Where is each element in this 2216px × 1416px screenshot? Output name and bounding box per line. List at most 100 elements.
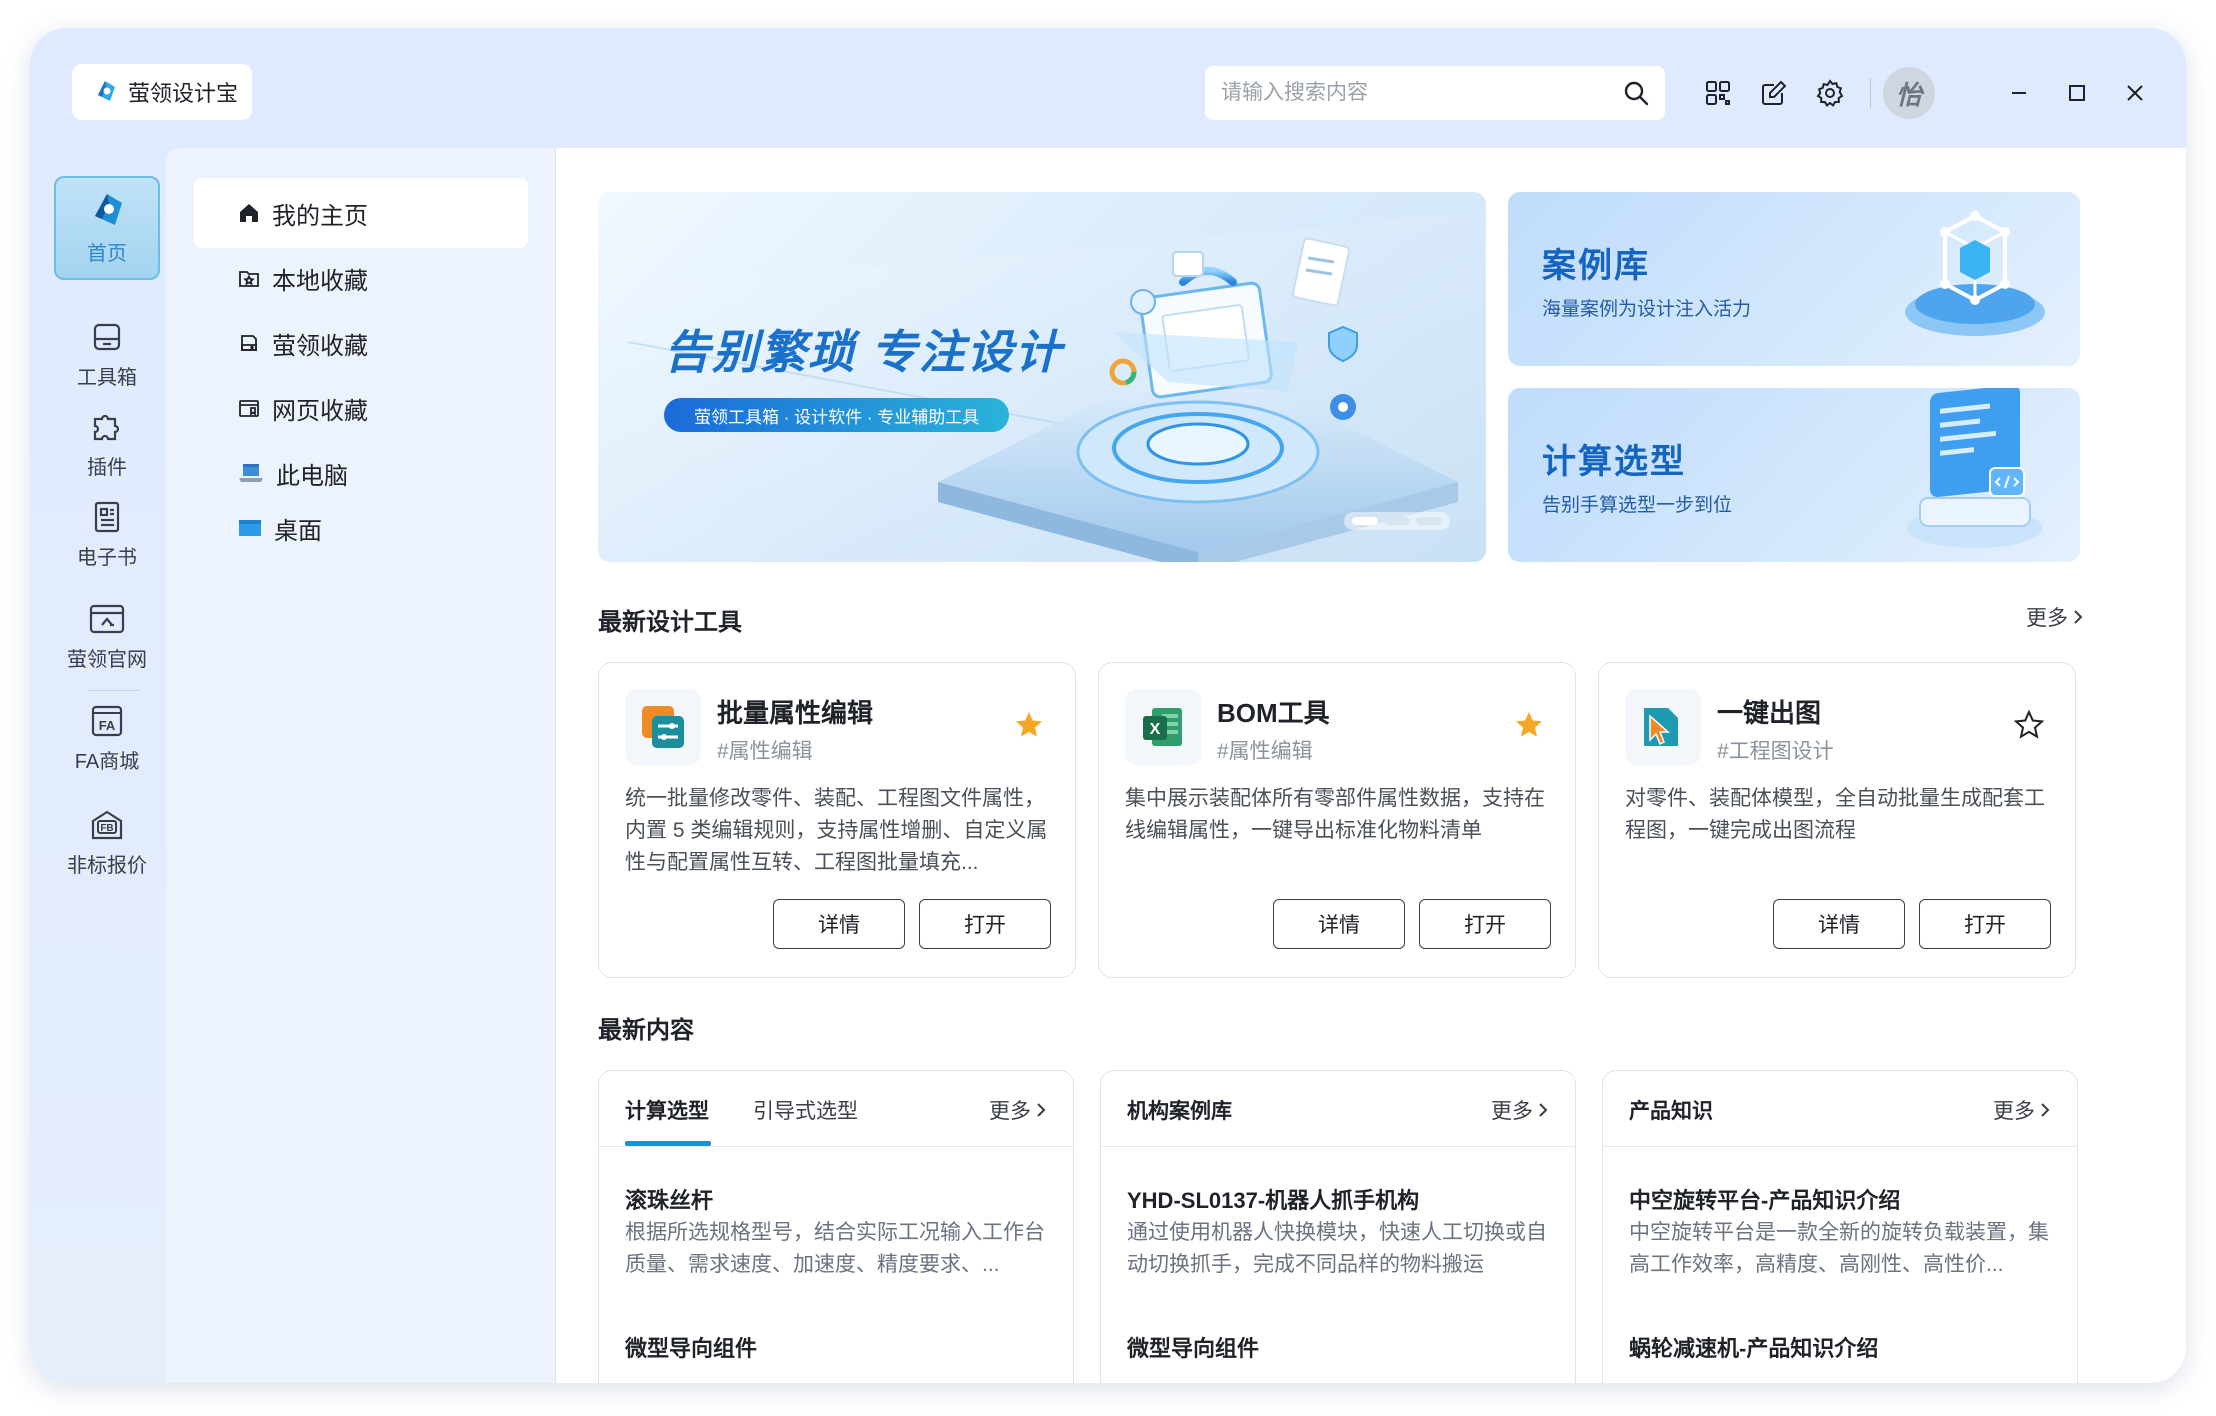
content-item-title[interactable]: 中空旋转平台-产品知识介绍 bbox=[1629, 1183, 1900, 1215]
sidebar: 我的主页 本地收藏 萤领收藏 网页收藏 此电脑 桌面 bbox=[166, 148, 556, 1383]
rail-label: 工具箱 bbox=[77, 366, 137, 389]
card-more-link[interactable]: 更多 bbox=[989, 1095, 1047, 1125]
chevron-right-icon bbox=[2074, 610, 2083, 624]
promo-calc-selection[interactable]: 计算选型 告别手算选型一步到位 bbox=[1508, 388, 2080, 562]
rail-item-home[interactable]: 首页 bbox=[54, 176, 160, 280]
star-filled-icon[interactable] bbox=[1013, 709, 1045, 741]
sidebar-item-label: 萤领收藏 bbox=[272, 332, 368, 360]
star-filled-icon[interactable] bbox=[1513, 709, 1545, 741]
tab-guided-selection[interactable]: 引导式选型 bbox=[753, 1095, 858, 1125]
sidebar-item-yingling-favorites[interactable]: 萤领收藏 bbox=[194, 308, 528, 378]
promo-title: 案例库 bbox=[1542, 247, 1650, 285]
carousel-dot[interactable] bbox=[1352, 517, 1378, 525]
content-item-title[interactable]: 微型导向组件 bbox=[625, 1331, 757, 1363]
tab-calc-selection[interactable]: 计算选型 bbox=[625, 1095, 709, 1125]
search-box bbox=[1205, 66, 1665, 120]
search-icon[interactable] bbox=[1623, 80, 1649, 106]
rail-item-plugins[interactable]: 插件 bbox=[54, 392, 160, 496]
content-item-title[interactable]: 滚珠丝杆 bbox=[625, 1183, 713, 1215]
rail-label: 电子书 bbox=[77, 546, 137, 569]
content-item-title[interactable]: YHD-SL0137-机器人抓手机构 bbox=[1127, 1183, 1419, 1215]
app-window: 萤领设计宝 怡 bbox=[30, 28, 2186, 1383]
section-title-tools: 最新设计工具 bbox=[598, 609, 742, 636]
computer-icon bbox=[239, 464, 263, 482]
maximize-icon[interactable] bbox=[2048, 66, 2106, 120]
tool-description: 集中展示装配体所有零部件属性数据，支持在线编辑属性，一键导出标准化物料清单 bbox=[1125, 787, 1545, 842]
rail-item-ebook[interactable]: 电子书 bbox=[54, 482, 160, 586]
open-button[interactable]: 打开 bbox=[919, 899, 1051, 949]
chevron-right-icon bbox=[2041, 1103, 2050, 1117]
window-controls bbox=[1990, 66, 2164, 120]
batch-edit-icon bbox=[625, 689, 701, 765]
sidebar-item-label: 本地收藏 bbox=[272, 267, 368, 295]
content-card: 产品知识 更多 中空旋转平台-产品知识介绍 中空旋转平台是一款全新的旋转负载装置… bbox=[1602, 1070, 2078, 1383]
titlebar-tools: 怡 bbox=[1690, 66, 1935, 120]
home-app-icon bbox=[95, 193, 122, 225]
card-more-link[interactable]: 更多 bbox=[1993, 1095, 2051, 1125]
carousel-indicator bbox=[1344, 512, 1450, 530]
minimize-icon[interactable] bbox=[1990, 66, 2048, 120]
rail-item-quote[interactable]: FB 非标报价 bbox=[54, 790, 160, 894]
sidebar-item-web-favorites[interactable]: 网页收藏 bbox=[194, 373, 528, 443]
avatar[interactable]: 怡 bbox=[1883, 67, 1935, 119]
website-icon bbox=[89, 604, 125, 633]
details-button[interactable]: 详情 bbox=[773, 899, 905, 949]
qr-code-icon[interactable] bbox=[1690, 66, 1746, 120]
close-icon[interactable] bbox=[2106, 66, 2164, 120]
rail-item-fa-mall[interactable]: FA FA商城 bbox=[54, 686, 160, 790]
fb-quote-icon: FB bbox=[91, 810, 123, 839]
fa-mall-icon: FA bbox=[91, 705, 123, 736]
hero-title: 告别繁琐 专注设计 bbox=[664, 326, 1063, 378]
details-button[interactable]: 详情 bbox=[1773, 899, 1905, 949]
rail-label: 萤领官网 bbox=[67, 648, 147, 671]
sidebar-item-desktop[interactable]: 桌面 bbox=[194, 493, 528, 563]
tab-mechanism-cases[interactable]: 机构案例库 bbox=[1127, 1095, 1232, 1125]
edit-icon[interactable] bbox=[1746, 66, 1802, 120]
open-button[interactable]: 打开 bbox=[1419, 899, 1551, 949]
hero-banner[interactable]: 告别繁琐 专注设计 萤领工具箱 · 设计软件 · 专业辅助工具 bbox=[598, 192, 1486, 562]
more-label: 更多 bbox=[2026, 607, 2068, 630]
rail-item-website[interactable]: 萤领官网 bbox=[54, 584, 160, 688]
content-item-desc: 根据所选规格型号，结合实际工况输入工作台质量、需求速度、加速度、精度要求、... bbox=[625, 1221, 1045, 1276]
promo-subtitle: 海量案例为设计注入活力 bbox=[1542, 299, 1752, 320]
content-item-title[interactable]: 蜗轮减速机-产品知识介绍 bbox=[1629, 1331, 1878, 1363]
promo-title: 计算选型 bbox=[1542, 443, 1686, 481]
web-bookmark-icon bbox=[239, 400, 259, 417]
tool-card[interactable]: 一键出图 #工程图设计 对零件、装配体模型，全自动批量生成配套工程图，一键完成出… bbox=[1598, 662, 2076, 978]
carousel-dot[interactable] bbox=[1384, 517, 1410, 525]
open-button[interactable]: 打开 bbox=[1919, 899, 2051, 949]
sidebar-item-my-home[interactable]: 我的主页 bbox=[194, 178, 528, 248]
toolbox-icon bbox=[93, 323, 121, 350]
content-item-title[interactable]: 微型导向组件 bbox=[1127, 1331, 1259, 1363]
svg-text:X: X bbox=[1150, 721, 1161, 738]
rail-item-toolbox[interactable]: 工具箱 bbox=[54, 302, 160, 406]
active-tab-indicator bbox=[625, 1141, 711, 1146]
tool-card[interactable]: 批量属性编辑 #属性编辑 统一批量修改零件、装配、工程图文件属性，内置 5 类编… bbox=[598, 662, 1076, 978]
card-more-link[interactable]: 更多 bbox=[1491, 1095, 1549, 1125]
rail-label: FA商城 bbox=[74, 750, 140, 773]
tool-name: 批量属性编辑 bbox=[717, 698, 874, 728]
home-icon bbox=[240, 204, 258, 222]
tools-more-link[interactable]: 更多 bbox=[2026, 602, 2084, 632]
tool-description: 对零件、装配体模型，全自动批量生成配套工程图，一键完成出图流程 bbox=[1625, 787, 2045, 842]
app-logo[interactable]: 萤领设计宝 bbox=[72, 64, 252, 120]
sidebar-item-local-favorites[interactable]: 本地收藏 bbox=[194, 243, 528, 313]
content-area: 告别繁琐 专注设计 萤领工具箱 · 设计软件 · 专业辅助工具 案例库 海量案例… bbox=[556, 148, 2186, 1383]
excel-icon: X bbox=[1125, 689, 1201, 765]
more-label: 更多 bbox=[1491, 1100, 1533, 1123]
hero-subtitle: 萤领工具箱 · 设计软件 · 专业辅助工具 bbox=[664, 398, 1010, 432]
search-input[interactable] bbox=[1221, 81, 1623, 105]
tab-product-knowledge[interactable]: 产品知识 bbox=[1629, 1095, 1713, 1125]
section-title-content: 最新内容 bbox=[598, 1017, 694, 1044]
promo-subtitle: 告别手算选型一步到位 bbox=[1542, 495, 1733, 516]
gear-icon[interactable] bbox=[1802, 66, 1858, 120]
tool-card[interactable]: X BOM工具 #属性编辑 集中展示装配体所有零部件属性数据，支持在线编辑属性，… bbox=[1098, 662, 1576, 978]
main-panel: 我的主页 本地收藏 萤领收藏 网页收藏 此电脑 桌面 告别繁琐 专注设计 萤领工… bbox=[166, 148, 2186, 1383]
details-button[interactable]: 详情 bbox=[1273, 899, 1405, 949]
sidebar-item-label: 网页收藏 bbox=[272, 397, 368, 425]
app-logo-icon bbox=[98, 81, 115, 101]
star-outline-icon[interactable] bbox=[2013, 709, 2045, 741]
carousel-dot[interactable] bbox=[1416, 517, 1442, 525]
promo-case-library[interactable]: 案例库 海量案例为设计注入活力 bbox=[1508, 192, 2080, 366]
desktop-icon bbox=[239, 520, 261, 536]
